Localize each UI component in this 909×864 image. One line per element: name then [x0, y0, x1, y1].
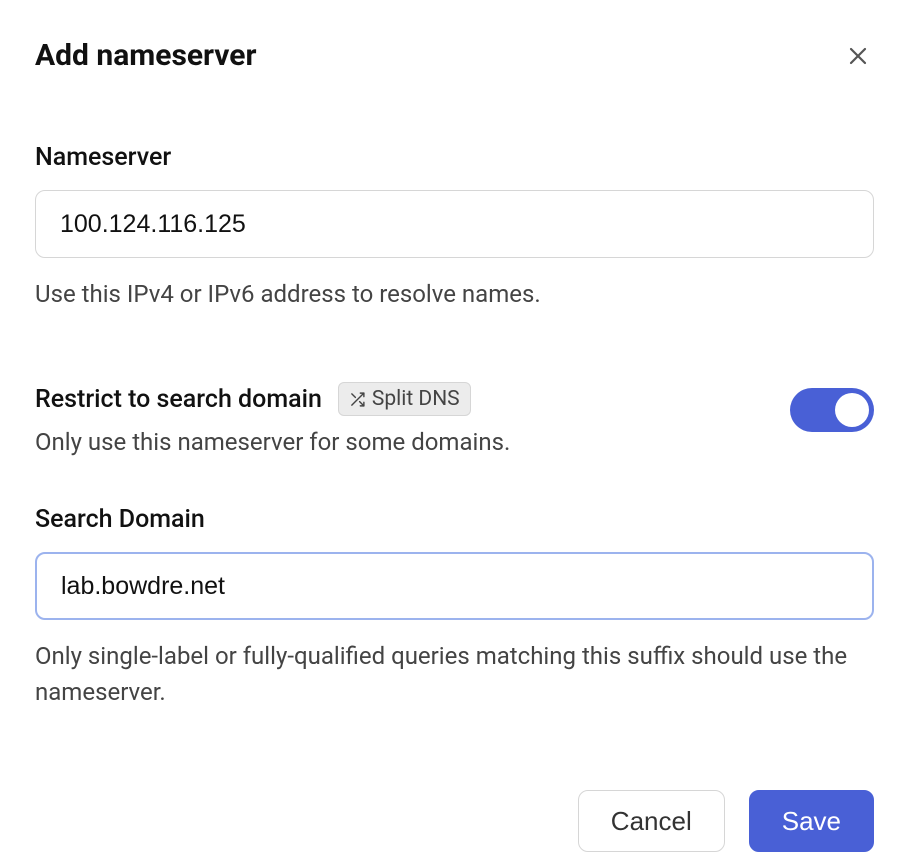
- restrict-text-block: Restrict to search domain Split DNS Only…: [35, 382, 790, 460]
- search-domain-help: Only single-label or fully-qualified que…: [35, 638, 874, 710]
- restrict-toggle[interactable]: [790, 388, 874, 432]
- nameserver-input[interactable]: [35, 190, 874, 258]
- search-domain-section: Search Domain Only single-label or fully…: [35, 505, 874, 710]
- dialog-header: Add nameserver: [35, 38, 874, 73]
- nameserver-section: Nameserver Use this IPv4 or IPv6 address…: [35, 143, 874, 312]
- button-row: Cancel Save: [35, 790, 874, 852]
- restrict-section: Restrict to search domain Split DNS Only…: [35, 382, 874, 460]
- close-icon: [846, 44, 870, 68]
- restrict-description: Only use this nameserver for some domain…: [35, 424, 790, 460]
- close-button[interactable]: [842, 40, 874, 72]
- cancel-button[interactable]: Cancel: [578, 790, 725, 852]
- search-domain-input[interactable]: [35, 552, 874, 620]
- search-domain-label: Search Domain: [35, 505, 874, 534]
- save-button[interactable]: Save: [749, 790, 874, 852]
- restrict-heading: Restrict to search domain: [35, 385, 322, 414]
- nameserver-label: Nameserver: [35, 143, 874, 172]
- split-dns-badge-label: Split DNS: [372, 387, 460, 411]
- restrict-heading-row: Restrict to search domain Split DNS: [35, 382, 790, 416]
- toggle-knob: [835, 393, 869, 427]
- shuffle-icon: [349, 391, 366, 408]
- dialog-title: Add nameserver: [35, 38, 257, 73]
- nameserver-help: Use this IPv4 or IPv6 address to resolve…: [35, 276, 874, 312]
- split-dns-badge: Split DNS: [338, 382, 471, 416]
